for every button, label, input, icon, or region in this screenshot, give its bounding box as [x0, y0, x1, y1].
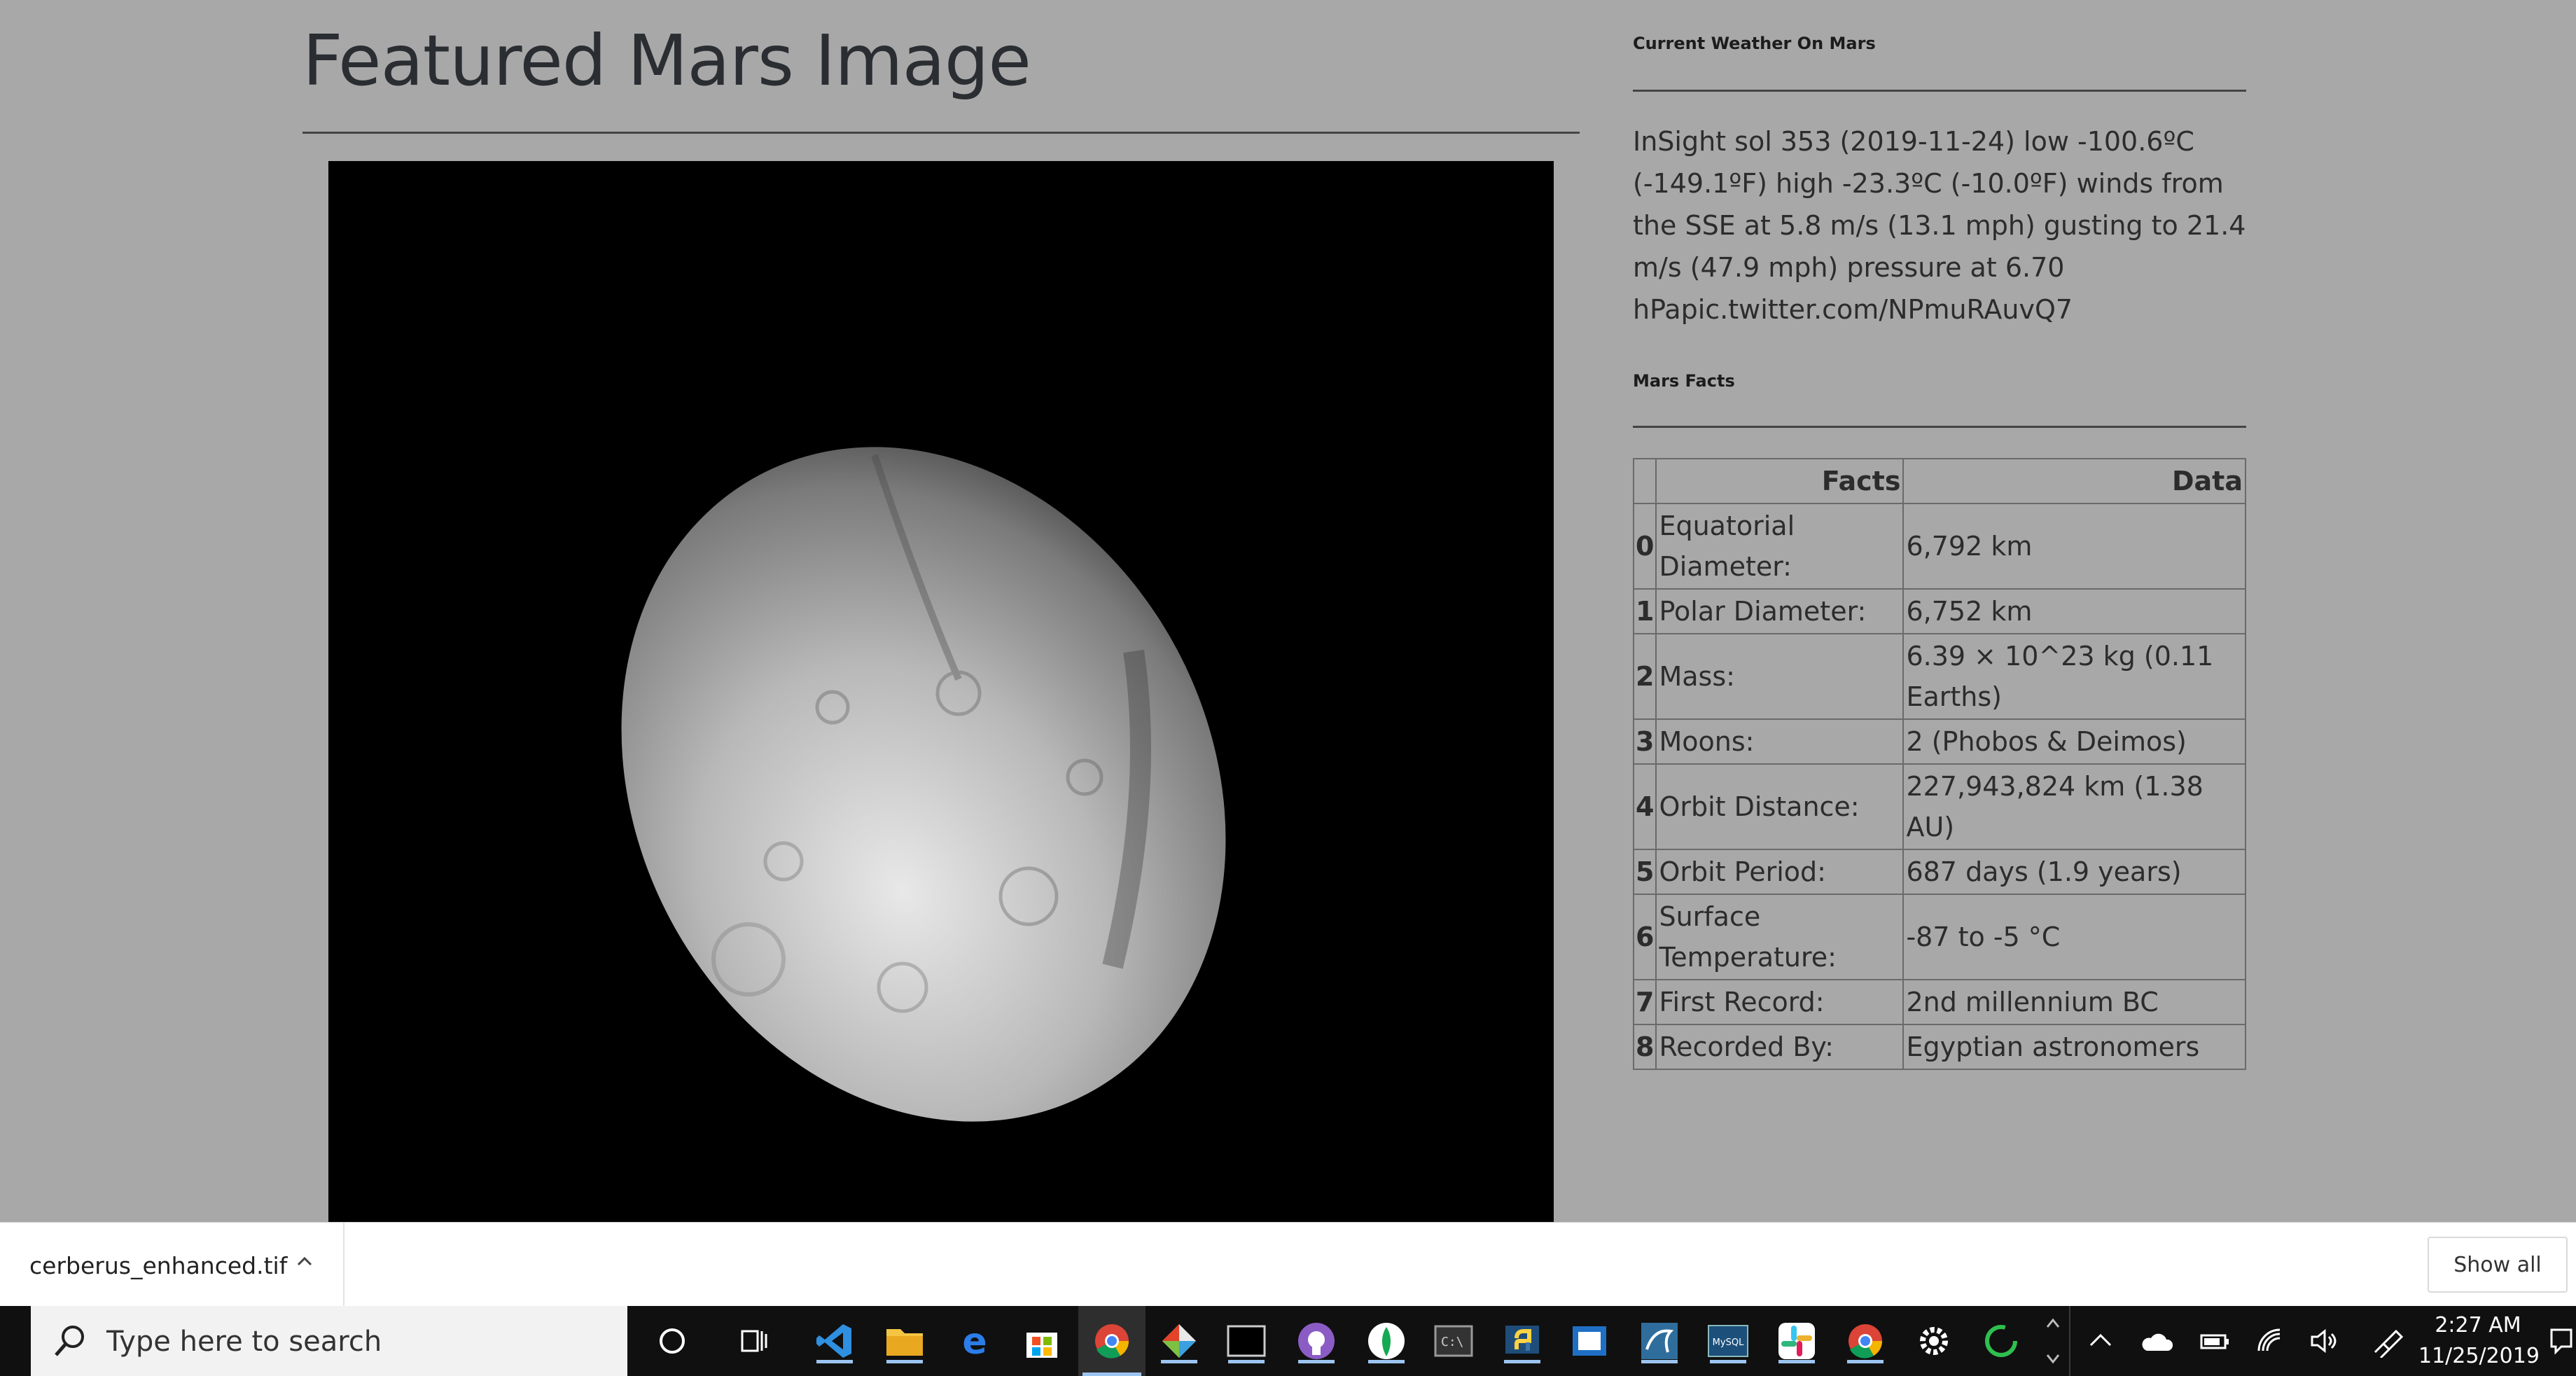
clock-date[interactable]: 11/25/2019 [2418, 1344, 2540, 1368]
show-all-button[interactable]: Show all [2428, 1237, 2568, 1293]
svg-text:e: e [962, 1321, 987, 1361]
moon-photo [328, 161, 1554, 1222]
fact-label: Polar Diameter: [1655, 588, 1905, 634]
search-icon [55, 1326, 84, 1356]
file-explorer-icon[interactable] [882, 1319, 927, 1363]
table-row: 3 Moons: 2 (Phobos & Deimos) [1632, 718, 2246, 765]
settings-gear-icon[interactable] [1912, 1319, 1956, 1363]
onedrive-cloud-icon[interactable] [2140, 1327, 2173, 1355]
slack-icon[interactable] [1774, 1319, 1819, 1363]
fact-label: Orbit Period: [1655, 849, 1905, 895]
index-header [1632, 458, 1657, 504]
app-window-icon[interactable] [1567, 1319, 1612, 1363]
fact-value: 687 days (1.9 years) [1902, 849, 2246, 895]
table-row: 8 Recorded By: Egyptian astronomers [1632, 1024, 2246, 1070]
wifi-icon[interactable] [2255, 1326, 2288, 1356]
pen-ink-icon[interactable] [2369, 1324, 2403, 1358]
loading-ring-icon[interactable] [1979, 1319, 2024, 1363]
fact-label: Mass: [1655, 633, 1905, 720]
git-icon[interactable] [1157, 1319, 1202, 1363]
battery-icon[interactable] [2199, 1327, 2232, 1355]
python-icon[interactable] [1500, 1319, 1545, 1363]
github-icon[interactable] [1294, 1319, 1339, 1363]
download-bar: cerberus_enhanced.tif Show all [0, 1222, 2576, 1307]
web-page: Featured Mars Image Current Weather On M… [0, 0, 2576, 1222]
data-column-header: Data [1902, 458, 2246, 504]
row-index: 0 [1632, 503, 1657, 590]
fact-value: 6.39 × 10^23 kg (0.11 Earths) [1902, 633, 2246, 720]
fact-label: Orbit Distance: [1655, 763, 1905, 850]
facts-heading: Mars Facts [1633, 370, 1735, 391]
chevron-up-icon[interactable] [294, 1251, 315, 1272]
notification-icon[interactable] [2549, 1327, 2574, 1355]
fact-label: Surface Temperature: [1655, 894, 1905, 980]
weather-heading: Current Weather On Mars [1633, 33, 1876, 53]
mysql-shell-icon[interactable]: MySQL [1706, 1319, 1750, 1363]
svg-text:C:\: C:\ [1441, 1335, 1464, 1349]
weather-divider [1633, 90, 2246, 92]
fact-label: Equatorial Diameter: [1655, 503, 1905, 590]
vscode-icon[interactable] [812, 1319, 857, 1363]
table-row: 7 First Record: 2nd millennium BC [1632, 979, 2246, 1025]
table-row: 2 Mass: 6.39 × 10^23 kg (0.11 Earths) [1632, 633, 2246, 720]
row-index: 4 [1632, 763, 1657, 850]
taskbar-scroll-icon[interactable] [2043, 1314, 2063, 1368]
mongodb-icon[interactable] [1364, 1319, 1409, 1363]
taskbar-divider [2069, 1306, 2070, 1376]
featured-mars-image[interactable] [328, 161, 1554, 1222]
fact-value: 6,752 km [1902, 588, 2246, 634]
weather-report: InSight sol 353 (2019-11-24) low -100.6º… [1633, 126, 2246, 325]
volume-icon[interactable] [2308, 1326, 2341, 1356]
cortana-icon[interactable] [650, 1319, 695, 1363]
command-prompt-icon[interactable]: C:\ [1431, 1319, 1476, 1363]
chrome-icon[interactable] [1078, 1306, 1146, 1376]
heading-divider [302, 132, 1580, 134]
store-icon[interactable] [1019, 1319, 1064, 1363]
search-input[interactable]: Type here to search [106, 1326, 382, 1358]
row-index: 5 [1632, 849, 1657, 895]
row-index: 8 [1632, 1024, 1657, 1070]
featured-image-heading: Featured Mars Image [302, 20, 1031, 102]
fact-value: 6,792 km [1902, 503, 2246, 590]
facts-divider [1633, 426, 2246, 428]
windows-taskbar: Type here to search e C:\ MySQL 2:27 AM … [0, 1306, 2576, 1376]
download-filename[interactable]: cerberus_enhanced.tif [29, 1252, 287, 1279]
row-index: 1 [1632, 588, 1657, 634]
fact-label: Moons: [1655, 718, 1905, 765]
mars-facts-table: Facts Data 0 Equatorial Diameter: 6,792 km… [1632, 458, 2246, 1070]
taskbar-search-box[interactable]: Type here to search [31, 1306, 627, 1376]
svg-text:MySQL: MySQL [1713, 1337, 1744, 1348]
table-header-row: Facts Data [1632, 458, 2246, 504]
edge-icon[interactable]: e [952, 1319, 997, 1363]
row-index: 3 [1632, 718, 1657, 765]
row-index: 2 [1632, 633, 1657, 720]
row-index: 7 [1632, 979, 1657, 1025]
clock-time[interactable]: 2:27 AM [2418, 1313, 2537, 1337]
table-row: 0 Equatorial Diameter: 6,792 km [1632, 503, 2246, 590]
fact-value: 227,943,824 km (1.38 AU) [1902, 763, 2246, 850]
chrome-icon-2[interactable] [1843, 1319, 1888, 1363]
chevron-up-tray-icon[interactable] [2087, 1330, 2115, 1351]
fact-value: 2 (Phobos & Deimos) [1902, 718, 2246, 765]
table-row: 6 Surface Temperature: -87 to -5 °C [1632, 894, 2246, 980]
table-row: 1 Polar Diameter: 6,752 km [1632, 588, 2246, 634]
mysql-workbench-icon[interactable] [1637, 1319, 1682, 1363]
fact-label: First Record: [1655, 979, 1905, 1025]
fact-value: 2nd millennium BC [1902, 979, 2246, 1025]
facts-column-header: Facts [1655, 458, 1905, 504]
table-row: 5 Orbit Period: 687 days (1.9 years) [1632, 849, 2246, 895]
row-index: 6 [1632, 894, 1657, 980]
terminal-icon[interactable] [1224, 1319, 1269, 1363]
download-item[interactable]: cerberus_enhanced.tif [0, 1223, 344, 1307]
task-view-icon[interactable] [732, 1319, 777, 1363]
fact-value: Egyptian astronomers [1902, 1024, 2246, 1070]
fact-label: Recorded By: [1655, 1024, 1905, 1070]
fact-value: -87 to -5 °C [1902, 894, 2246, 980]
table-row: 4 Orbit Distance: 227,943,824 km (1.38 AU) [1632, 763, 2246, 850]
